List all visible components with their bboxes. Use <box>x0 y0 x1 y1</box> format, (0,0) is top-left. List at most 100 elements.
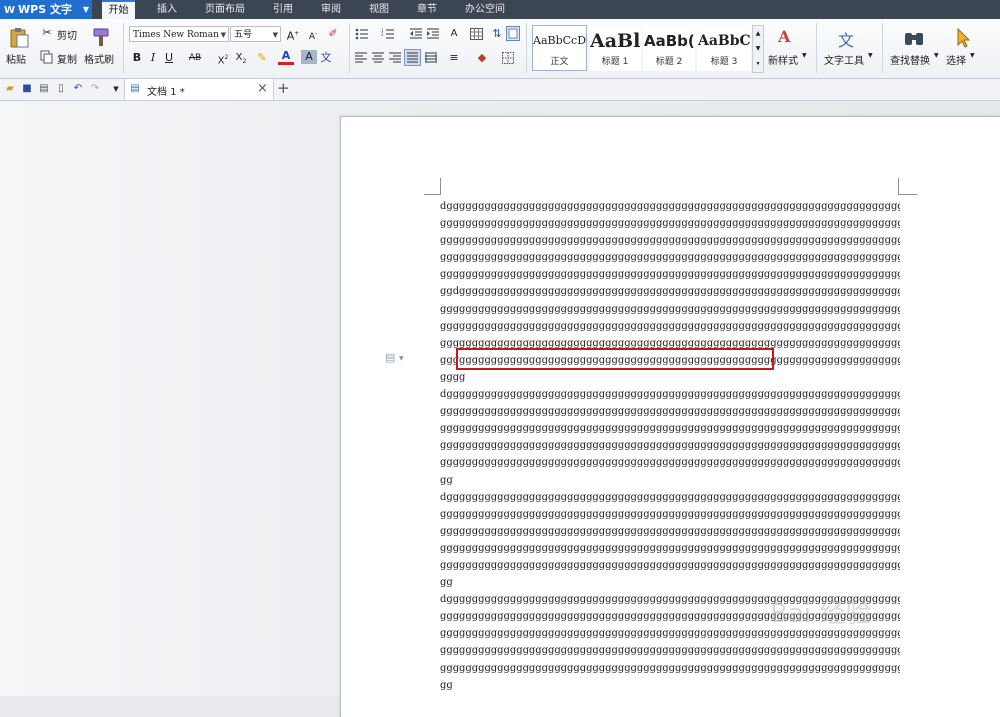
text-line[interactable]: gggggggggggggggggggggggggggggggggggggggg… <box>440 557 900 574</box>
text-line[interactable]: dggggggggggggggggggggggggggggggggggggggg… <box>440 489 900 506</box>
text-line[interactable]: gggggggggggggggggggggggggggggggggggggggg… <box>440 437 900 454</box>
chevron-down-icon: ▼ <box>868 52 873 59</box>
subscript-icon[interactable]: X2 <box>233 50 249 66</box>
style-normal[interactable]: AaBbCcDd 正文 <box>532 25 587 71</box>
select-button[interactable]: 选择 ▼ <box>944 25 980 71</box>
save-icon[interactable]: ■ <box>21 83 33 95</box>
text-line[interactable]: gggggggggggggggggggggggggggggggggggggggg… <box>440 506 900 523</box>
align-left-icon[interactable] <box>355 52 367 63</box>
tab-document[interactable]: ▤ 文档 1 * × <box>124 79 274 100</box>
divider <box>123 23 124 73</box>
numbering-icon[interactable]: 12 <box>381 28 395 40</box>
copy-label: 复制 <box>57 55 77 66</box>
tab-page-layout[interactable]: 页面布局 <box>200 0 250 19</box>
tab-office-space[interactable]: 办公空间 <box>460 0 510 19</box>
change-case-icon[interactable]: A <box>446 26 462 42</box>
align-center-icon[interactable] <box>372 52 384 63</box>
text-line[interactable]: dggggggggggggggggggggggggggggggggggggggg… <box>440 198 900 215</box>
bullets-icon[interactable] <box>355 28 369 40</box>
find-replace-label: 查找替换 <box>890 56 930 67</box>
bold-button[interactable]: B <box>129 50 145 66</box>
show-hide-icon[interactable] <box>506 26 520 41</box>
superscript-icon[interactable]: X2 <box>215 50 231 66</box>
font-color-icon[interactable]: A <box>278 50 294 65</box>
styles-scroll[interactable]: ▲ ▼ ▾ <box>752 25 764 73</box>
redo-icon[interactable]: ↷ <box>89 83 101 95</box>
select-label: 选择 <box>946 56 966 67</box>
tab-view[interactable]: 视图 <box>362 0 396 19</box>
text-tools-button[interactable]: 文 文字工具 ▼ <box>822 25 876 71</box>
font-size-select[interactable]: 五号 ▼ <box>230 26 281 42</box>
shrink-font-icon[interactable]: A- <box>305 26 321 42</box>
tab-insert[interactable]: 插入 <box>150 0 184 19</box>
cut-label: 剪切 <box>57 31 77 42</box>
grow-font-icon[interactable]: A+ <box>285 26 301 43</box>
open-icon[interactable]: ▰ <box>4 83 16 95</box>
tab-home[interactable]: 开始 <box>102 0 135 19</box>
line-spacing-icon[interactable]: ≡ <box>446 50 462 66</box>
style-label: 标题 1 <box>601 57 629 67</box>
text-line[interactable]: dggggggggggggggggggggggggggggggggggggggg… <box>440 386 900 403</box>
text-line[interactable]: ggdggggggggggggggggggggggggggggggggggggg… <box>440 283 900 300</box>
text-line[interactable]: gggggggggggggggggggggggggggggggggggggggg… <box>440 420 900 437</box>
print-preview-icon[interactable]: ▯ <box>55 83 67 95</box>
new-tab-button[interactable]: + <box>277 79 290 97</box>
justify-icon[interactable] <box>404 49 421 66</box>
font-family-select[interactable]: Times New Roman ▼ <box>129 26 229 42</box>
watermark-text: Bai 经验 <box>770 599 872 629</box>
format-painter-button[interactable]: 格式刷 <box>84 25 116 71</box>
align-right-icon[interactable] <box>389 52 401 63</box>
highlight-icon[interactable]: ✎ <box>254 50 270 66</box>
italic-button[interactable]: I <box>145 50 161 66</box>
text-line[interactable]: gggggggggggggggggggggggggggggggggggggggg… <box>440 232 900 249</box>
app-menu-button[interactable]: W WPS 文字 ▼ <box>0 0 92 19</box>
paragraph-options-icon[interactable]: ▤ <box>385 352 396 364</box>
copy-button[interactable]: 复制 <box>40 49 80 66</box>
new-style-button[interactable]: A 新样式 ▼ <box>766 25 810 71</box>
style-heading-2[interactable]: AaBb( 标题 2 <box>643 25 695 71</box>
decrease-indent-icon[interactable] <box>409 28 423 40</box>
text-line[interactable]: gggggggggggggggggggggggggggggggggggggggg… <box>440 540 900 557</box>
text-line[interactable]: gggggggggggggggggggggggggggggggggggggggg… <box>440 215 900 232</box>
ribbon: 粘贴 ✂ 剪切 复制 格式刷 Times New Roman ▼ 五号 ▼ A+… <box>0 19 1000 79</box>
phonetic-guide-icon[interactable]: 文 <box>318 50 334 66</box>
print-icon[interactable]: ▤ <box>38 83 50 95</box>
undo-icon[interactable]: ↶ <box>72 83 84 95</box>
distribute-icon[interactable] <box>425 52 437 63</box>
increase-indent-icon[interactable] <box>426 28 440 40</box>
style-heading-1[interactable]: AaBl 标题 1 <box>589 25 641 71</box>
text-line[interactable]: gg <box>440 677 900 694</box>
table-icon[interactable] <box>470 28 483 40</box>
paste-button[interactable]: 粘贴 <box>4 25 34 71</box>
close-icon[interactable]: × <box>257 81 268 96</box>
clear-format-icon[interactable]: ✐ <box>325 26 341 42</box>
style-heading-3[interactable]: AaBbC 标题 3 <box>697 25 751 71</box>
customize-toolbar-icon[interactable]: ▼ <box>110 83 122 95</box>
borders-icon[interactable] <box>502 52 514 64</box>
find-replace-button[interactable]: 查找替换 ▼ <box>888 25 940 71</box>
text-line[interactable]: gg <box>440 472 900 489</box>
text-line[interactable]: gggggggggggggggggggggggggggggggggggggggg… <box>440 266 900 283</box>
text-line[interactable]: gggg <box>440 369 900 386</box>
underline-button[interactable]: U <box>161 50 177 66</box>
sort-icon[interactable]: ⇅ <box>489 26 505 42</box>
chevron-down-icon: ▼ <box>220 31 226 39</box>
text-line[interactable]: gggggggggggggggggggggggggggggggggggggggg… <box>440 454 900 471</box>
strikethrough-button[interactable]: AB <box>184 50 206 66</box>
shading-icon[interactable]: ◆ <box>474 50 490 66</box>
char-shading-icon[interactable]: A <box>301 50 317 64</box>
cut-button[interactable]: ✂ 剪切 <box>40 25 80 42</box>
style-label: 正文 <box>550 57 569 67</box>
text-line[interactable]: gggggggggggggggggggggggggggggggggggggggg… <box>440 249 900 266</box>
text-line[interactable]: gggggggggggggggggggggggggggggggggggggggg… <box>440 301 900 318</box>
margin-corner-mark <box>424 178 441 195</box>
tab-review[interactable]: 审阅 <box>314 0 348 19</box>
text-line[interactable]: gg <box>440 574 900 591</box>
new-style-label: 新样式 <box>768 56 798 67</box>
divider <box>526 23 527 73</box>
tab-references[interactable]: 引用 <box>266 0 300 19</box>
tab-sections[interactable]: 章节 <box>410 0 444 19</box>
text-line[interactable]: gggggggggggggggggggggggggggggggggggggggg… <box>440 523 900 540</box>
text-line[interactable]: gggggggggggggggggggggggggggggggggggggggg… <box>440 403 900 420</box>
text-line[interactable]: gggggggggggggggggggggggggggggggggggggggg… <box>440 318 900 335</box>
